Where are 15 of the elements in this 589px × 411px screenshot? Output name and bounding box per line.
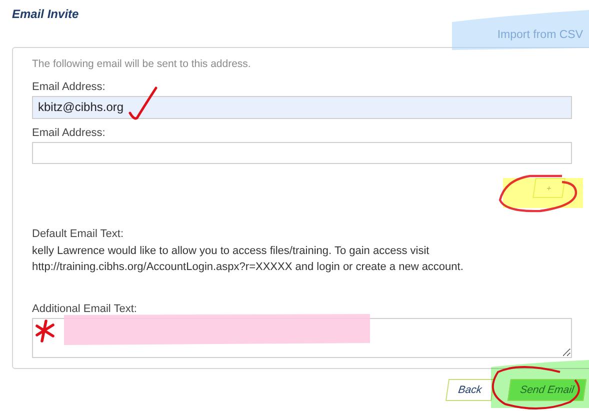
check-mark-drawing [128,86,158,120]
default-email-text: kelly Lawrence would like to allow you to access files/training. To gain access visit http://training.cibhs.org/AccountLogin.aspx?r=XXXXX and login or create a new account. [32,244,464,276]
back-button[interactable]: Back [445,379,495,401]
field-label: Email Address: [32,81,106,93]
asterisk-drawing [36,320,54,342]
field-label: Additional Email Text: [32,303,138,316]
send-email-button[interactable]: Send Email [507,379,587,401]
page-title: Email Invite [11,6,80,23]
field-label: Email Address: [32,126,106,139]
email-input[interactable] [32,142,572,164]
intro-text: The following email will be sent to this address. [32,58,252,70]
add-button[interactable]: + [532,178,566,198]
import-csv-link[interactable]: Import from CSV [497,29,583,47]
email-input[interactable]: kbitz@cibhs.org [32,96,572,119]
field-label: Default Email Text: [32,228,125,240]
